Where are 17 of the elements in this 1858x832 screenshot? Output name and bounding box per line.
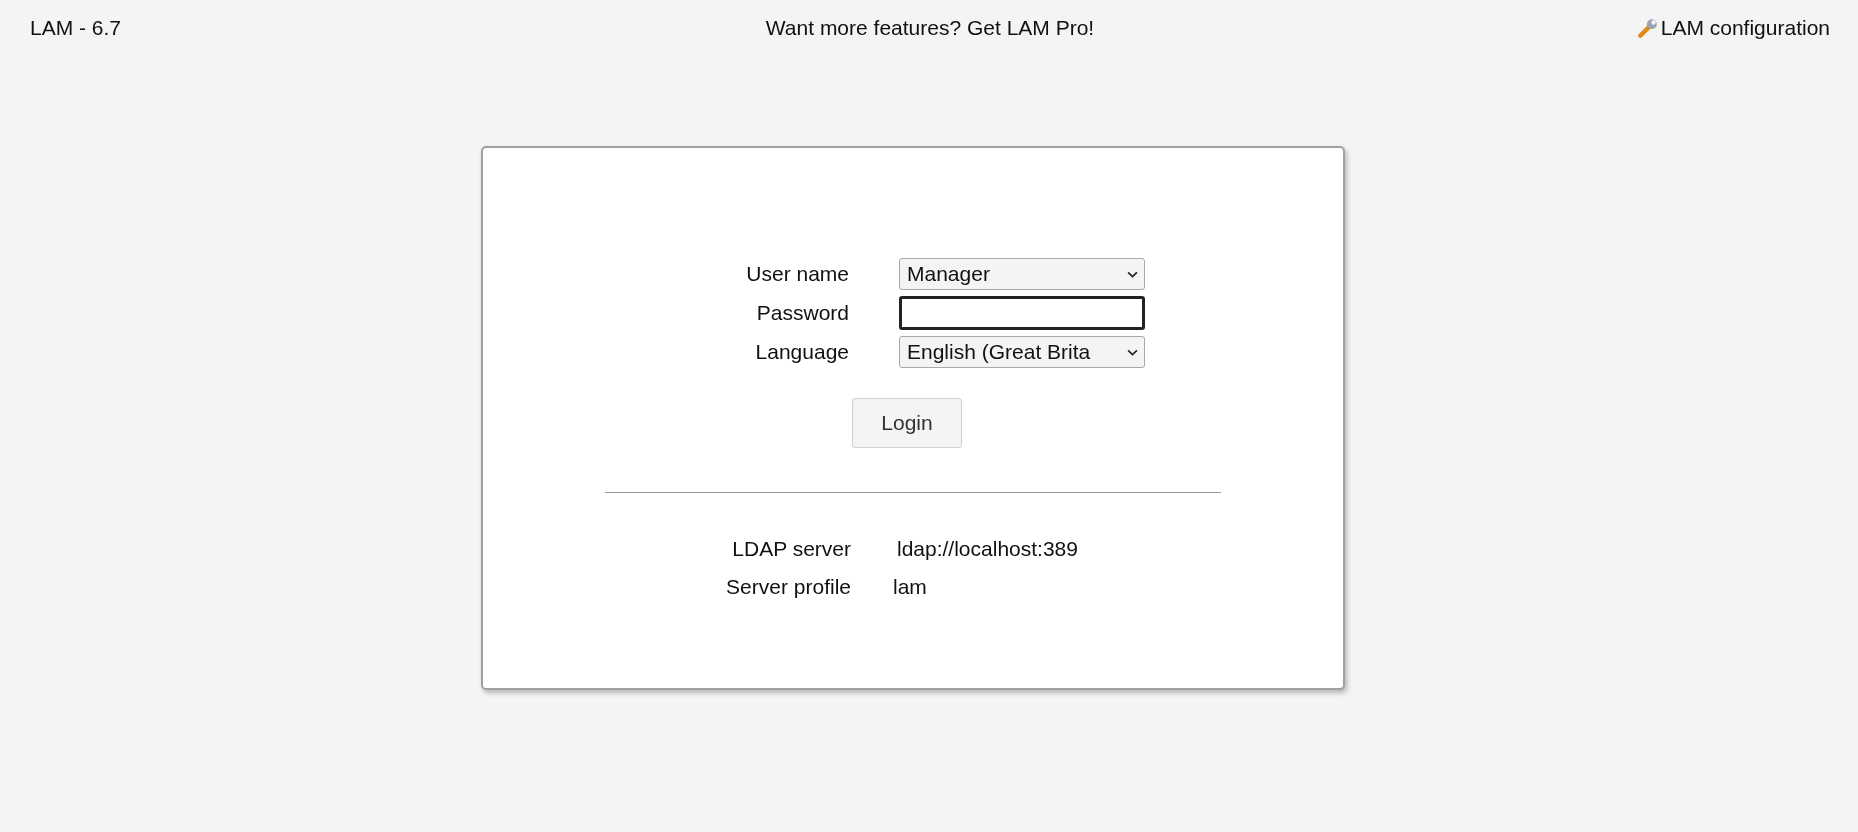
info-label: Server profile bbox=[725, 575, 851, 599]
config-link[interactable]: LAM configuration bbox=[1230, 16, 1830, 40]
caret-icon bbox=[1127, 270, 1138, 278]
info-label: LDAP server bbox=[731, 537, 851, 561]
version-label: LAM - 6.7 bbox=[30, 16, 123, 40]
field-label: Password bbox=[755, 301, 849, 325]
caret-icon bbox=[1127, 348, 1138, 356]
info-value: lam bbox=[893, 575, 928, 599]
info-value: ldap://localhost:389 bbox=[897, 537, 1079, 561]
password-field[interactable] bbox=[899, 296, 1145, 330]
login-button[interactable]: Login bbox=[852, 398, 962, 448]
select-field[interactable]: Manager bbox=[899, 258, 1145, 290]
field-label: User name bbox=[745, 262, 849, 286]
select-field[interactable]: English (Great Brita bbox=[899, 336, 1145, 368]
promo-text: Want more features? Get LAM Pro! bbox=[764, 16, 1096, 40]
field-label: Language bbox=[754, 340, 849, 364]
wrench-icon bbox=[1636, 17, 1659, 39]
